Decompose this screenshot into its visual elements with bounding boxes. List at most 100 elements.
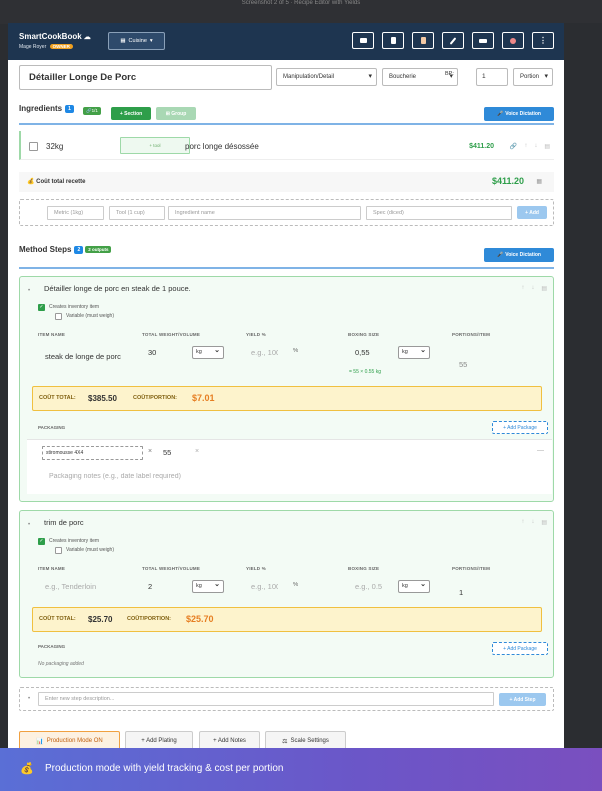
arrow-up-icon[interactable]: ↑ [524,143,527,150]
step-1-boxing-unit[interactable]: kg [398,345,430,359]
brand: SmartCookBook ☁ [19,32,91,41]
category-select[interactable]: Manipulation/Detail [276,68,377,86]
bp-input[interactable]: 1 [476,68,508,86]
step-1-weight-unit[interactable]: kg [192,345,224,359]
calculator-icon [390,37,396,44]
step-1-boxing[interactable]: 0,55 [355,348,370,357]
arrow-up-icon[interactable]: ↑ [521,285,524,292]
ingredient-checkbox[interactable] [29,142,38,151]
creates-inventory-checkbox[interactable]: ✓ [38,538,45,545]
method-voice-button[interactable]: 🎤 Voice Dictation [484,248,554,262]
scale-icon: ⚖ [282,738,288,745]
step-1-yield-input[interactable]: e.g., 100 [251,348,278,357]
step-2-weight-unit[interactable]: kg [192,579,224,593]
col-item-name: ITEM NAME [38,566,66,571]
col-item-name: ITEM NAME [38,332,66,337]
pencil-icon [449,36,457,45]
link-icon[interactable]: 🔗 [510,143,517,150]
ingredient-name-input[interactable]: Ingredient name [168,206,361,220]
user-line: Mage Royer OWNER [19,44,73,50]
step-1-item-name[interactable]: steak de longe de porc [45,352,129,361]
trash-icon[interactable]: ▤ [541,285,547,292]
cost-portion-label: COÛT/PORTION: [127,616,171,622]
drag-handle-icon[interactable]: • [28,522,30,528]
arrow-down-icon[interactable]: ↓ [534,143,537,150]
tool-input[interactable]: Tool (1 cup) [109,206,165,220]
new-ingredient-row: Metric (1kg) Tool (1 cup) Ingredient nam… [19,199,554,226]
creates-inventory-label: Creates inventory item [49,538,100,544]
keyboard-button[interactable] [352,32,374,49]
arrow-down-icon[interactable]: ↓ [531,519,534,526]
ingredient-qty[interactable]: 32kg [46,142,63,151]
remove-package-icon[interactable]: × [195,448,199,455]
recipe-title-input[interactable]: Détailler Longe De Porc [19,65,272,90]
ingredient-price: $411.20 [469,143,494,150]
variable-checkbox[interactable] [55,313,62,320]
more-button[interactable]: ⋮ [532,32,554,49]
app-header: SmartCookBook ☁ Mage Royer OWNER ▦ Cuisin… [8,23,564,60]
metric-input[interactable]: Metric (1kg) [47,206,104,220]
step-1-weight[interactable]: 30 [148,348,156,357]
print-button[interactable] [472,32,494,49]
method-step-1[interactable]: • Détailler longe de porc en steak de 1 … [19,276,554,502]
cuisine-label: Cuisine [128,38,147,44]
arrow-up-icon[interactable]: ↑ [521,519,524,526]
step-1-title[interactable]: Détailler longe de porc en steak de 1 po… [44,284,191,293]
packaging-notes-input[interactable]: Packaging notes (e.g., date label requir… [49,473,209,480]
add-package-button[interactable]: + Add Package [492,421,548,434]
new-step-row: • Enter new step description... + Add St… [19,687,554,711]
col-yield: YIELD % [246,332,266,337]
ingredient-tool-field[interactable]: + tool [120,137,190,154]
ingredients-divider [19,123,554,125]
step-2-boxing-unit[interactable]: kg [398,579,430,593]
variable-checkbox[interactable] [55,547,62,554]
step-2-title[interactable]: trim de porc [44,518,84,527]
arrow-down-icon[interactable]: ↓ [531,285,534,292]
ingredient-count-badge: 1 [65,105,74,113]
add-section-button[interactable]: + Section [111,107,151,120]
step-2-item-name-input[interactable]: e.g., Tenderloin [45,582,129,591]
scale-settings-label: Scale Settings [290,738,329,744]
step-2-cost-total: $25.70 [88,615,113,624]
step-2-portions: 1 [459,588,464,597]
group-button[interactable]: ⊞ Group [156,107,196,120]
step-2-yield-input[interactable]: e.g., 100 [251,582,278,591]
portion-unit-select[interactable]: Portion [513,68,553,86]
ingredient-name[interactable]: porc longe désossée [185,142,259,151]
col-total-weight: TOTAL WEIGHT/VOLUME [142,566,201,571]
settings-button[interactable] [502,32,524,49]
brand-name: SmartCookBook [19,32,82,41]
production-mode-label: Production Mode ON [46,738,103,744]
creates-inventory-checkbox[interactable]: ✓ [38,304,45,311]
step-2-boxing-input[interactable]: e.g., 0.5 [355,582,382,591]
cost-portion-label: COÛT/PORTION: [133,395,177,401]
add-ingredient-button[interactable]: + Add [517,206,547,219]
trash-icon[interactable]: ▤ [541,519,547,526]
calculator-button[interactable] [382,32,404,49]
edit-button[interactable] [442,32,464,49]
package-name-input[interactable]: stiromousse 4X4 [42,446,143,460]
drag-handle-icon[interactable]: • [28,288,30,294]
package-qty[interactable]: 55 [163,448,171,457]
trash-icon[interactable]: ▤ [544,143,550,150]
microphone-icon: 🎤 [497,111,504,117]
ingredients-voice-button[interactable]: 🎤 Voice Dictation [484,107,554,121]
cuisine-button[interactable]: ▦ Cuisine ▾ [108,32,165,50]
collapse-package-icon[interactable]: — [537,447,544,454]
method-divider [19,267,554,269]
spec-input[interactable]: Spec (diced) [366,206,512,220]
step-2-weight[interactable]: 2 [148,582,152,591]
app-window: SmartCookBook ☁ Mage Royer OWNER ▦ Cuisin… [8,23,564,763]
add-step-button[interactable]: + Add Step [499,693,546,706]
header-toolbar: ⋮ [352,32,554,49]
calculator-icon[interactable]: ▦ [536,178,542,185]
ingredient-row[interactable]: 32kg + tool porc longe désossée $411.20 … [19,131,554,160]
step-2-tools: ↑ ↓ ▤ [521,519,547,526]
bullet-icon: • [28,696,31,702]
new-step-input[interactable]: Enter new step description... [38,692,494,706]
packaging-heading: PACKAGING [38,425,66,430]
recipe-total-row: 💰 Coût total recette $411.20 ▦ [19,172,554,192]
document-button[interactable] [412,32,434,49]
method-step-2[interactable]: • trim de porc ↑ ↓ ▤ ✓ Creates inventory… [19,510,554,678]
add-package-button[interactable]: + Add Package [492,642,548,655]
